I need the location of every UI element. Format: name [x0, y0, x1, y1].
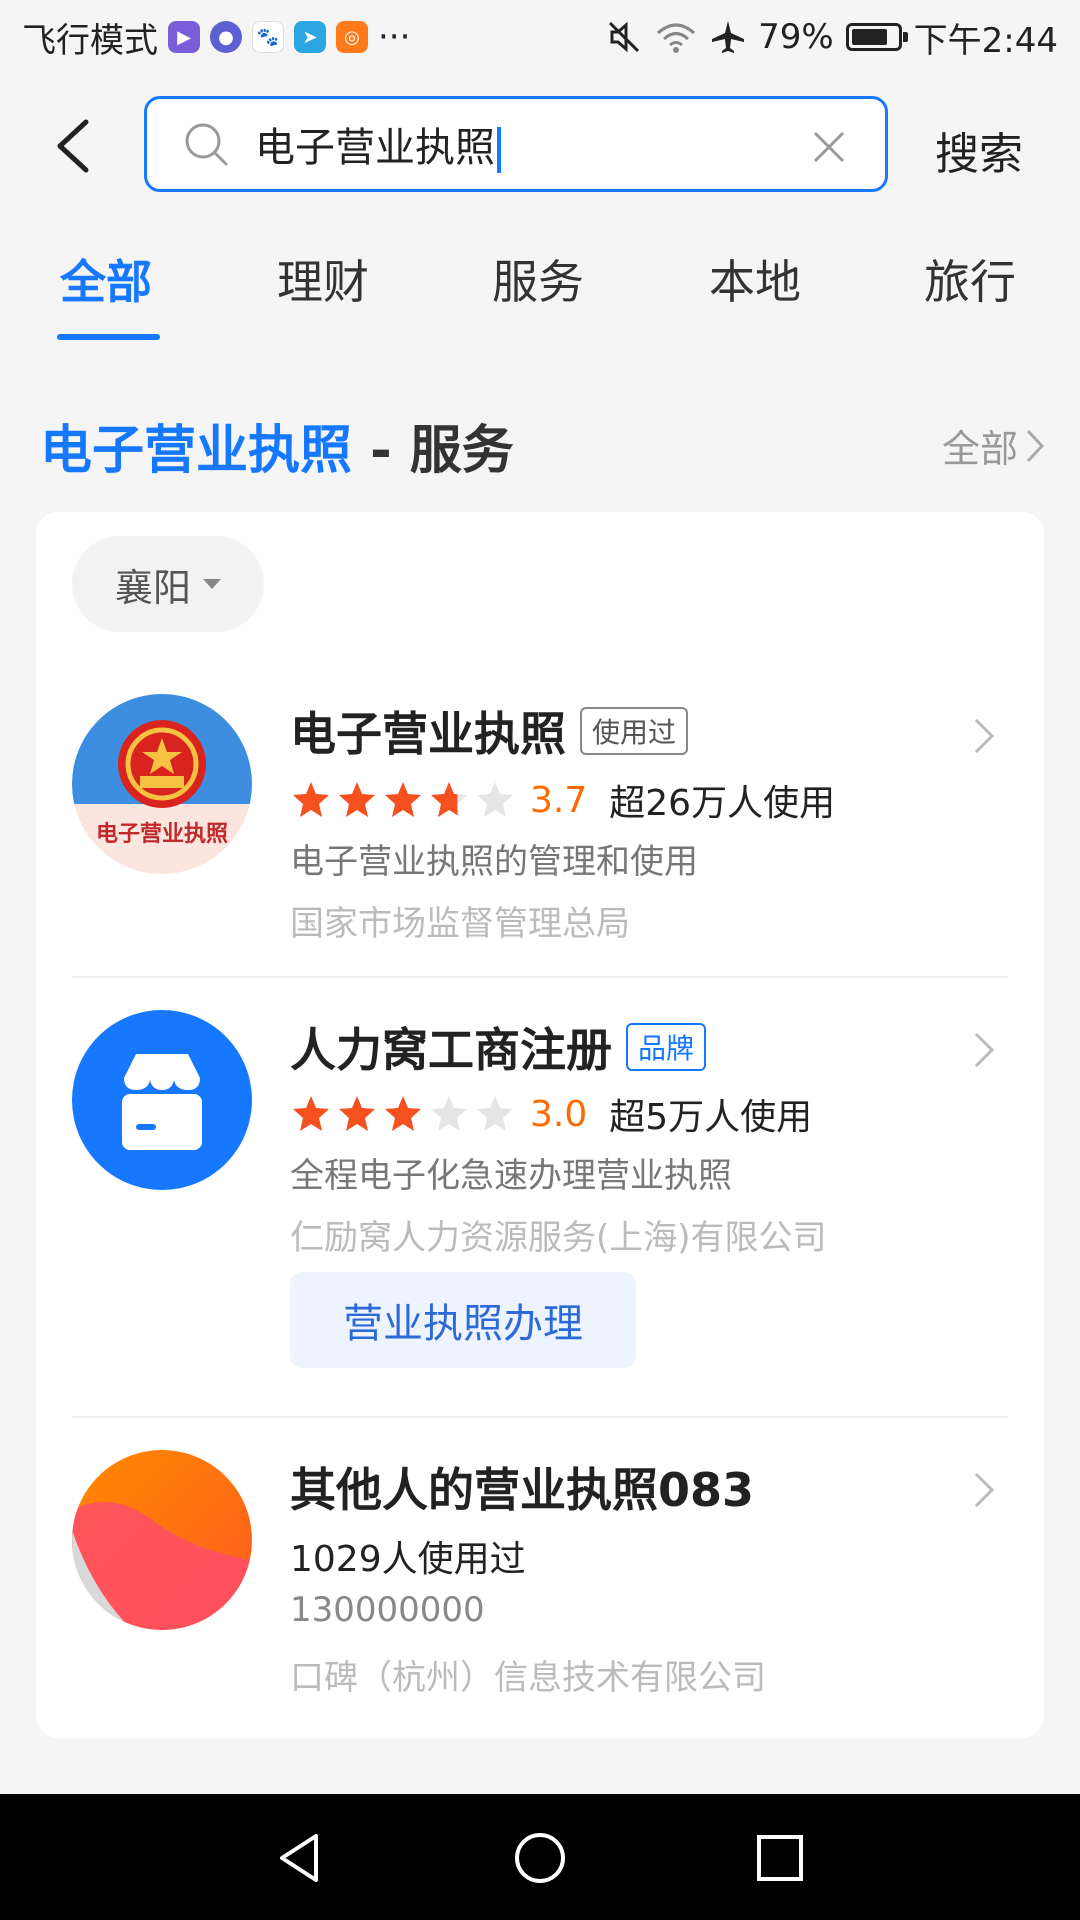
tab-finance[interactable]: 理财: [277, 246, 369, 312]
item-title-row: 其他人的营业执照083: [290, 1454, 754, 1520]
section-title-suffix: - 服务: [352, 421, 514, 481]
item-title-row: 电子营业执照 使用过: [290, 698, 689, 764]
chevron-right-icon: [1026, 429, 1045, 462]
search-button[interactable]: 搜索: [935, 118, 1023, 182]
dropdown-caret-icon: [203, 579, 221, 589]
item-phone: 130000000: [290, 1590, 485, 1630]
shop-icon: [122, 1054, 202, 1150]
item-description: 全程电子化急速办理营业执照: [290, 1156, 732, 1196]
gradient-avatar-icon: [72, 1450, 252, 1630]
star-icon: [385, 1096, 421, 1131]
used-badge: 使用过: [580, 707, 689, 755]
star-icon: [431, 782, 467, 817]
home-circle-icon[interactable]: [510, 1828, 570, 1888]
national-emblem-avatar: 电子营业执照: [72, 694, 252, 874]
brand-badge: 品牌: [626, 1023, 707, 1071]
license-apply-button[interactable]: 营业执照办理: [290, 1272, 636, 1368]
list-item[interactable]: 人力窝工商注册 品牌 3.0 超5万人使用 全程电子化急速办理营业执照 仁励窝人…: [36, 1010, 1044, 1368]
telegram-app-icon: ➤: [294, 21, 326, 53]
chevron-right-icon: [974, 1472, 995, 1508]
see-all-label: 全部: [941, 427, 1018, 471]
wifi-icon: [657, 23, 696, 53]
section-title-keyword: 电子营业执照: [40, 421, 353, 481]
star-icon: [293, 782, 329, 817]
chevron-right-icon: [974, 718, 995, 754]
divider: [72, 1416, 1008, 1418]
mute-icon: [609, 21, 640, 53]
item-provider: 国家市场监督管理总局: [290, 904, 630, 944]
text-caret: [497, 127, 501, 173]
browser-app-icon: ●: [210, 21, 242, 53]
koubei-avatar: [72, 1450, 252, 1630]
item-title: 人力窝工商注册: [290, 1023, 612, 1077]
status-right: 79% 下午2:44: [606, 13, 1058, 62]
star-icon: [385, 782, 421, 817]
usage-count: 超5万人使用: [609, 1097, 813, 1138]
tab-services[interactable]: 服务: [492, 246, 584, 312]
item-title: 其他人的营业执照083: [290, 1463, 755, 1517]
system-nav-bar: [0, 1794, 1080, 1920]
search-query-text: 电子营业执照: [255, 115, 501, 173]
rating-row: 3.7 超26万人使用: [290, 774, 835, 826]
baidu-app-icon: 🐾: [252, 21, 284, 53]
star-icon: [477, 1096, 513, 1131]
city-filter-label: 襄阳: [114, 565, 191, 610]
usage-count: 超26万人使用: [609, 783, 836, 824]
status-bar: 飞行模式 ▶ ● 🐾 ➤ ◎ ··· 79% 下午2:44: [0, 0, 1080, 74]
battery-percent: 79%: [758, 17, 834, 57]
battery-icon: [845, 23, 908, 51]
item-description: 电子营业执照的管理和使用: [290, 842, 698, 882]
divider: [72, 976, 1008, 978]
star-rating: [290, 779, 516, 821]
search-input[interactable]: 电子营业执照: [144, 96, 888, 192]
section-title: 电子营业执照 - 服务: [40, 408, 514, 483]
star-icon: [293, 1096, 329, 1131]
airplane-icon: [712, 21, 745, 53]
active-tab-indicator: [57, 334, 160, 340]
tab-local[interactable]: 本地: [709, 246, 801, 312]
item-title-row: 人力窝工商注册 品牌: [290, 1014, 707, 1080]
tab-travel[interactable]: 旅行: [924, 246, 1016, 312]
back-triangle-icon[interactable]: [270, 1828, 330, 1888]
star-icon: [339, 1096, 375, 1131]
clock: 下午2:44: [913, 20, 1058, 61]
see-all-link[interactable]: 全部: [942, 418, 1046, 473]
city-filter-dropdown[interactable]: 襄阳: [72, 536, 264, 632]
star-icon: [431, 1096, 467, 1131]
item-provider: 仁励窝人力资源服务(上海)有限公司: [290, 1218, 827, 1258]
usage-count: 1029人使用过: [290, 1539, 526, 1580]
status-left: 飞行模式 ▶ ● 🐾 ➤ ◎ ···: [22, 13, 410, 62]
star-icon: [339, 782, 375, 817]
list-item[interactable]: 电子营业执照 电子营业执照 使用过 3.7 超26万人使用 电子营业执照的管理和…: [36, 688, 1044, 990]
results-card: 襄阳 电子营业执照 电子营业执照 使用过 3.7 超26万人使用 电子营业执照的…: [36, 512, 1044, 1738]
clear-icon[interactable]: [809, 127, 849, 167]
search-row: 电子营业执照 搜索: [0, 96, 1080, 192]
renliwo-avatar: [72, 1010, 252, 1190]
chevron-right-icon: [974, 1032, 995, 1068]
star-icon: [477, 782, 513, 817]
recents-square-icon[interactable]: [750, 1828, 810, 1888]
item-title: 电子营业执照: [290, 707, 566, 761]
list-item[interactable]: 其他人的营业执照083 1029人使用过 130000000 口碑（杭州）信息技…: [36, 1450, 1044, 1720]
rating-row: 3.0 超5万人使用: [290, 1088, 812, 1140]
airplane-mode-label: 飞行模式: [22, 20, 158, 61]
kuaishou-app-icon: ◎: [336, 21, 368, 53]
video-app-icon: ▶: [168, 21, 200, 53]
search-icon: [185, 123, 228, 166]
star-rating: [290, 1093, 516, 1135]
rating-value: 3.7: [530, 779, 588, 821]
rating-value: 3.0: [530, 1093, 588, 1135]
battery-fill: [851, 29, 887, 45]
avatar-caption: 电子营业执照: [95, 822, 228, 847]
more-notifications-icon: ···: [378, 17, 411, 57]
back-arrow-icon[interactable]: [50, 118, 100, 174]
tab-all[interactable]: 全部: [60, 246, 152, 312]
item-provider: 口碑（杭州）信息技术有限公司: [290, 1658, 766, 1698]
tab-bar: 全部 理财 服务 本地 旅行: [0, 246, 1080, 346]
